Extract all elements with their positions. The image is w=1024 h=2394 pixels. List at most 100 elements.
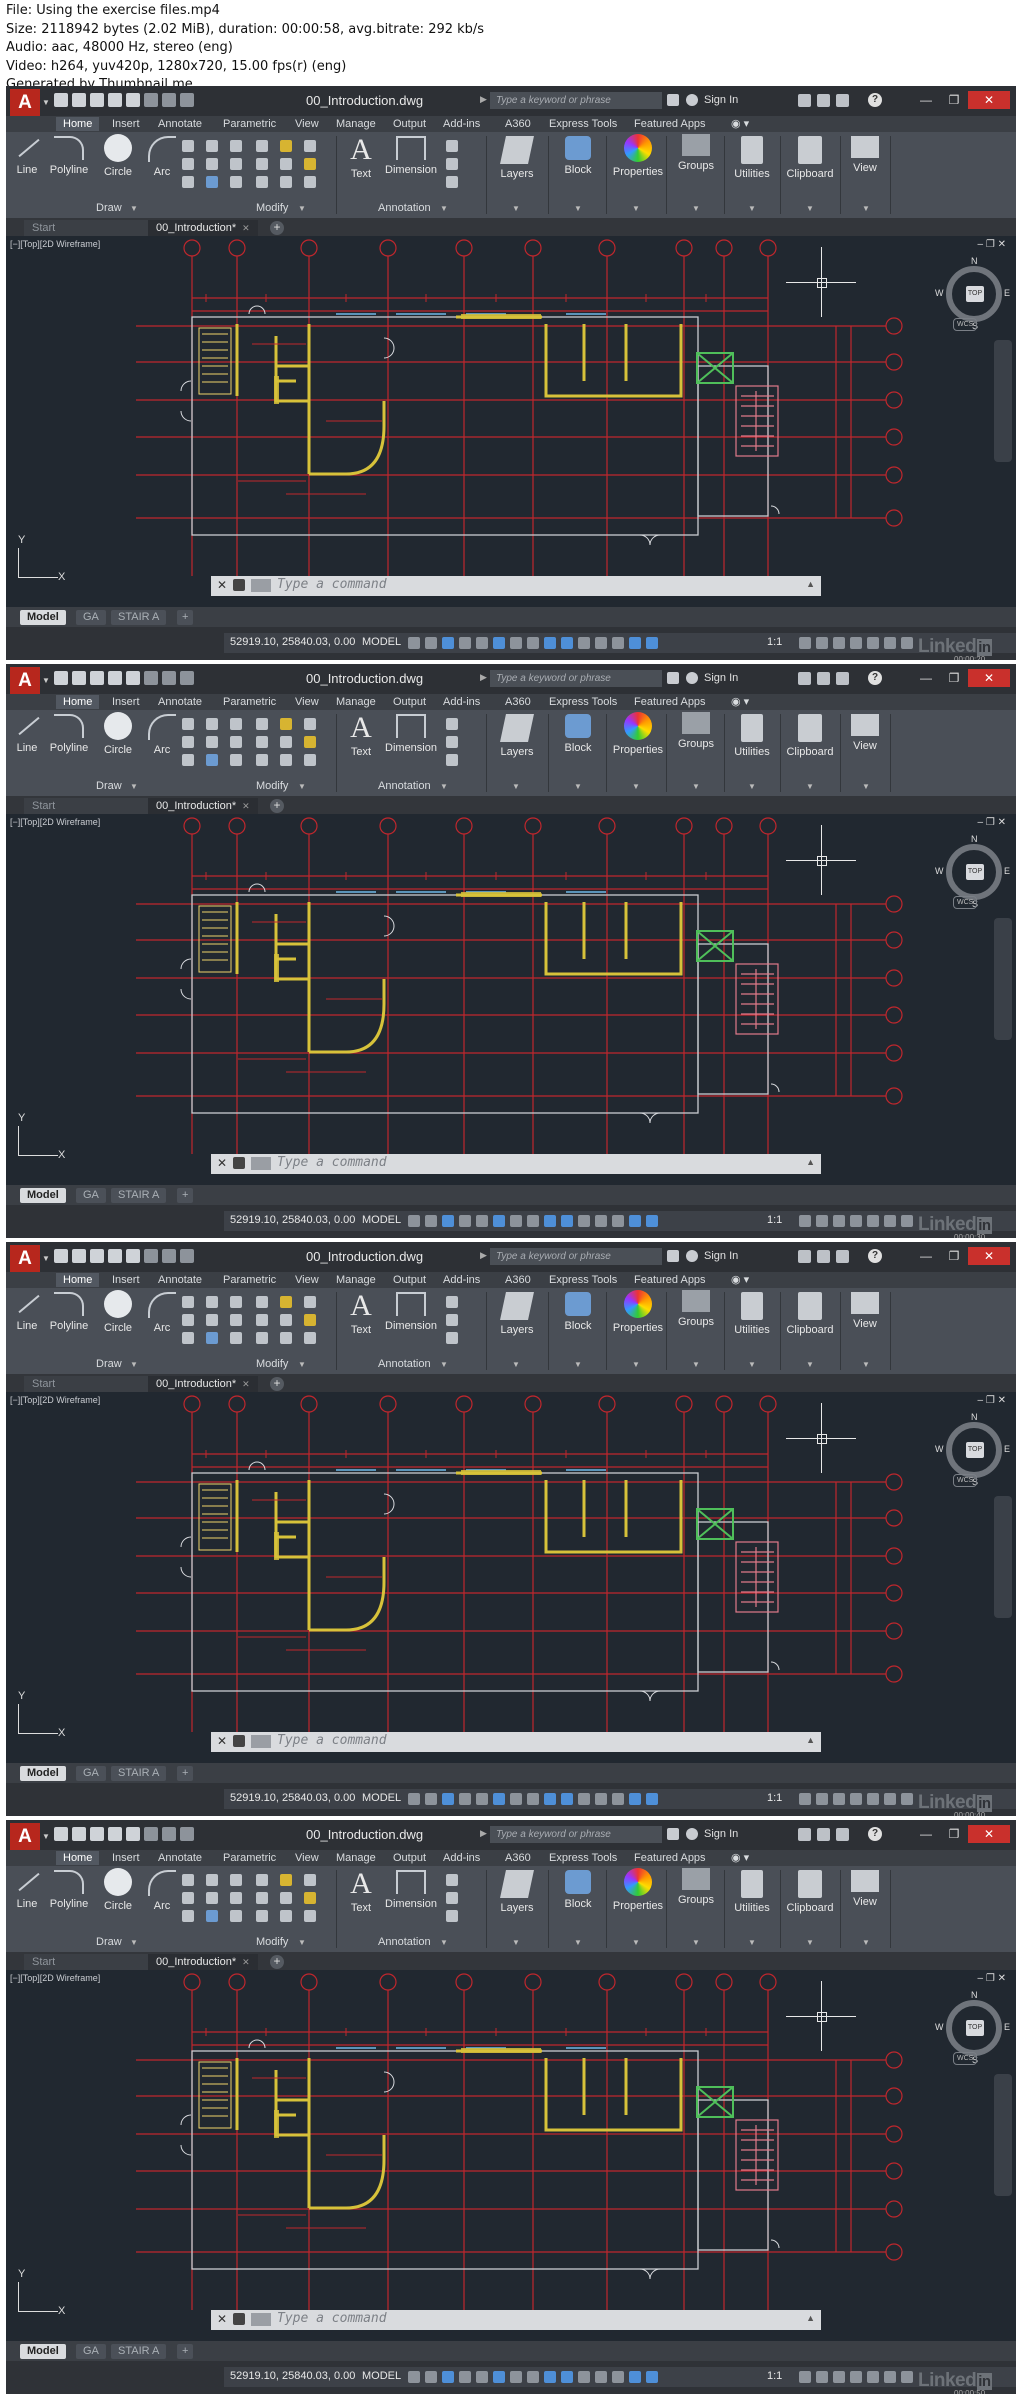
lineweight-icon[interactable] — [561, 1215, 573, 1227]
snap-icon[interactable] — [425, 1215, 437, 1227]
tab-ga[interactable]: GA — [76, 2344, 106, 2359]
utilities-button[interactable]: Utilities — [724, 136, 780, 180]
rotate-icon[interactable] — [230, 718, 242, 730]
utilities-button[interactable]: Utilities — [724, 1870, 780, 1914]
rotate-icon[interactable] — [230, 140, 242, 152]
tab-start[interactable]: Start — [24, 1954, 160, 1970]
dynamic-input-icon[interactable] — [459, 2371, 471, 2383]
chevron-down-icon[interactable]: ▼ — [298, 1360, 306, 1369]
ribbon-tab-featured-apps[interactable]: Featured Apps — [627, 117, 713, 131]
chevron-down-icon[interactable]: ▼ — [440, 782, 448, 791]
copy-icon[interactable] — [206, 736, 218, 748]
clipboard-button[interactable]: Clipboard — [780, 714, 840, 758]
ribbon-tab-manage[interactable]: Manage — [329, 117, 383, 131]
auto-scale-icon[interactable] — [646, 1793, 658, 1805]
ribbon-tab-annotate[interactable]: Annotate — [151, 117, 209, 131]
rectangle-icon[interactable] — [182, 718, 194, 730]
object-track-icon[interactable] — [527, 1215, 539, 1227]
ribbon-tab-annotate[interactable]: Annotate — [151, 1273, 209, 1287]
tab-stair-a[interactable]: STAIR A — [111, 1766, 167, 1781]
hatch-icon[interactable] — [182, 158, 194, 170]
explode-icon[interactable] — [256, 158, 268, 170]
autocad-logo-icon[interactable]: A — [10, 1823, 40, 1850]
save-icon[interactable] — [90, 93, 104, 107]
command-input[interactable]: Type a command — [277, 577, 387, 592]
wcs-menu[interactable]: WCS — [953, 1474, 978, 1487]
add-layout-button[interactable]: + — [177, 610, 194, 625]
viewport-controls[interactable]: – ❐ ✕ — [978, 1973, 1006, 1984]
chevron-down-icon[interactable]: ▼ — [440, 204, 448, 213]
panel-title-draw[interactable]: Draw — [96, 202, 122, 214]
save-as-icon[interactable] — [108, 1827, 122, 1841]
clipboard-button[interactable]: Clipboard — [780, 1292, 840, 1336]
viewport-controls[interactable]: – ❐ ✕ — [978, 1395, 1006, 1406]
fillet-icon[interactable] — [304, 1874, 316, 1886]
autocad-logo-icon[interactable]: A — [10, 1245, 40, 1272]
wrench-icon[interactable] — [233, 1735, 245, 1747]
redo-icon[interactable] — [162, 93, 176, 107]
break-icon[interactable] — [304, 1332, 316, 1344]
undo-icon[interactable] — [144, 671, 158, 685]
ribbon-tab-a360[interactable]: A360 — [498, 117, 538, 131]
trim-icon[interactable] — [256, 718, 268, 730]
workspace-icon[interactable] — [833, 1215, 845, 1227]
ribbon-tab-parametric[interactable]: Parametric — [216, 1273, 283, 1287]
tab-start[interactable]: Start — [24, 220, 160, 236]
break-icon[interactable] — [304, 754, 316, 766]
panel-title-draw[interactable]: Draw — [96, 780, 122, 792]
chevron-down-icon[interactable]: ▼ — [298, 204, 306, 213]
compass-west-label[interactable]: W — [935, 288, 944, 298]
save-as-icon[interactable] — [108, 93, 122, 107]
ribbon-tab-a360[interactable]: A360 — [498, 1273, 538, 1287]
chevron-down-icon[interactable]: ▼ — [512, 1360, 520, 1369]
polar-icon[interactable] — [493, 637, 505, 649]
sign-in-link[interactable]: Sign In — [704, 1250, 738, 1262]
erase-icon[interactable] — [280, 718, 292, 730]
command-line[interactable]: ✕ Type a command ▲ — [211, 1154, 821, 1174]
stretch-icon[interactable] — [206, 1910, 218, 1922]
array-icon[interactable] — [304, 1314, 316, 1326]
floor-plan-drawing[interactable] — [6, 814, 1016, 1185]
break-icon[interactable] — [304, 1910, 316, 1922]
panel-title-annotation[interactable]: Annotation — [378, 1936, 431, 1948]
join-icon[interactable] — [280, 176, 292, 188]
hatch-icon[interactable] — [182, 1314, 194, 1326]
polyline-button[interactable]: Polyline — [46, 1870, 92, 1910]
gear-icon[interactable] — [799, 1215, 811, 1227]
properties-button[interactable]: Properties — [608, 1290, 668, 1334]
groups-button[interactable]: Groups — [668, 1868, 724, 1906]
block-button[interactable]: Block — [554, 1292, 602, 1332]
3d-osnap-icon[interactable] — [612, 637, 624, 649]
chevron-down-icon[interactable]: ▼ — [806, 1938, 814, 1947]
leader-icon[interactable] — [446, 140, 458, 152]
annotation-visibility-icon[interactable] — [629, 2371, 641, 2383]
share-icon[interactable] — [180, 1827, 194, 1841]
compass-north-label[interactable]: N — [971, 1412, 978, 1422]
ribbon-tab-add-ins[interactable]: Add-ins — [436, 117, 487, 131]
chevron-down-icon[interactable]: ▼ — [862, 1360, 870, 1369]
fillet-icon[interactable] — [304, 1296, 316, 1308]
customize-icon[interactable] — [901, 1215, 913, 1227]
table-icon[interactable] — [446, 158, 458, 170]
rectangle-icon[interactable] — [182, 140, 194, 152]
compass-west-label[interactable]: W — [935, 866, 944, 876]
osnap-icon[interactable] — [544, 2371, 556, 2383]
binoculars-icon[interactable] — [667, 1828, 679, 1840]
snap-icon[interactable] — [425, 2371, 437, 2383]
ortho-icon[interactable] — [476, 1793, 488, 1805]
ribbon-tab-manage[interactable]: Manage — [329, 1273, 383, 1287]
viewcube-top-face[interactable]: TOP — [966, 864, 984, 880]
chevron-down-icon[interactable]: ▼ — [692, 1938, 700, 1947]
close-icon[interactable]: ✕ — [242, 223, 250, 233]
cart-icon[interactable] — [817, 1250, 830, 1263]
chevron-down-icon[interactable]: ▼ — [298, 782, 306, 791]
ribbon-tab-view[interactable]: View — [288, 1273, 326, 1287]
annotation-scale[interactable]: 1:1 — [767, 2370, 782, 2382]
coordinates-readout[interactable]: 52919.10, 25840.03, 0.00 — [230, 2370, 355, 2382]
infer-icon[interactable] — [442, 1793, 454, 1805]
new-file-icon[interactable] — [54, 1827, 68, 1841]
cart-icon[interactable] — [817, 1828, 830, 1841]
utilities-button[interactable]: Utilities — [724, 1292, 780, 1336]
search-input[interactable]: Type a keyword or phrase — [490, 1248, 662, 1265]
chevron-down-icon[interactable]: ▼ — [574, 782, 582, 791]
